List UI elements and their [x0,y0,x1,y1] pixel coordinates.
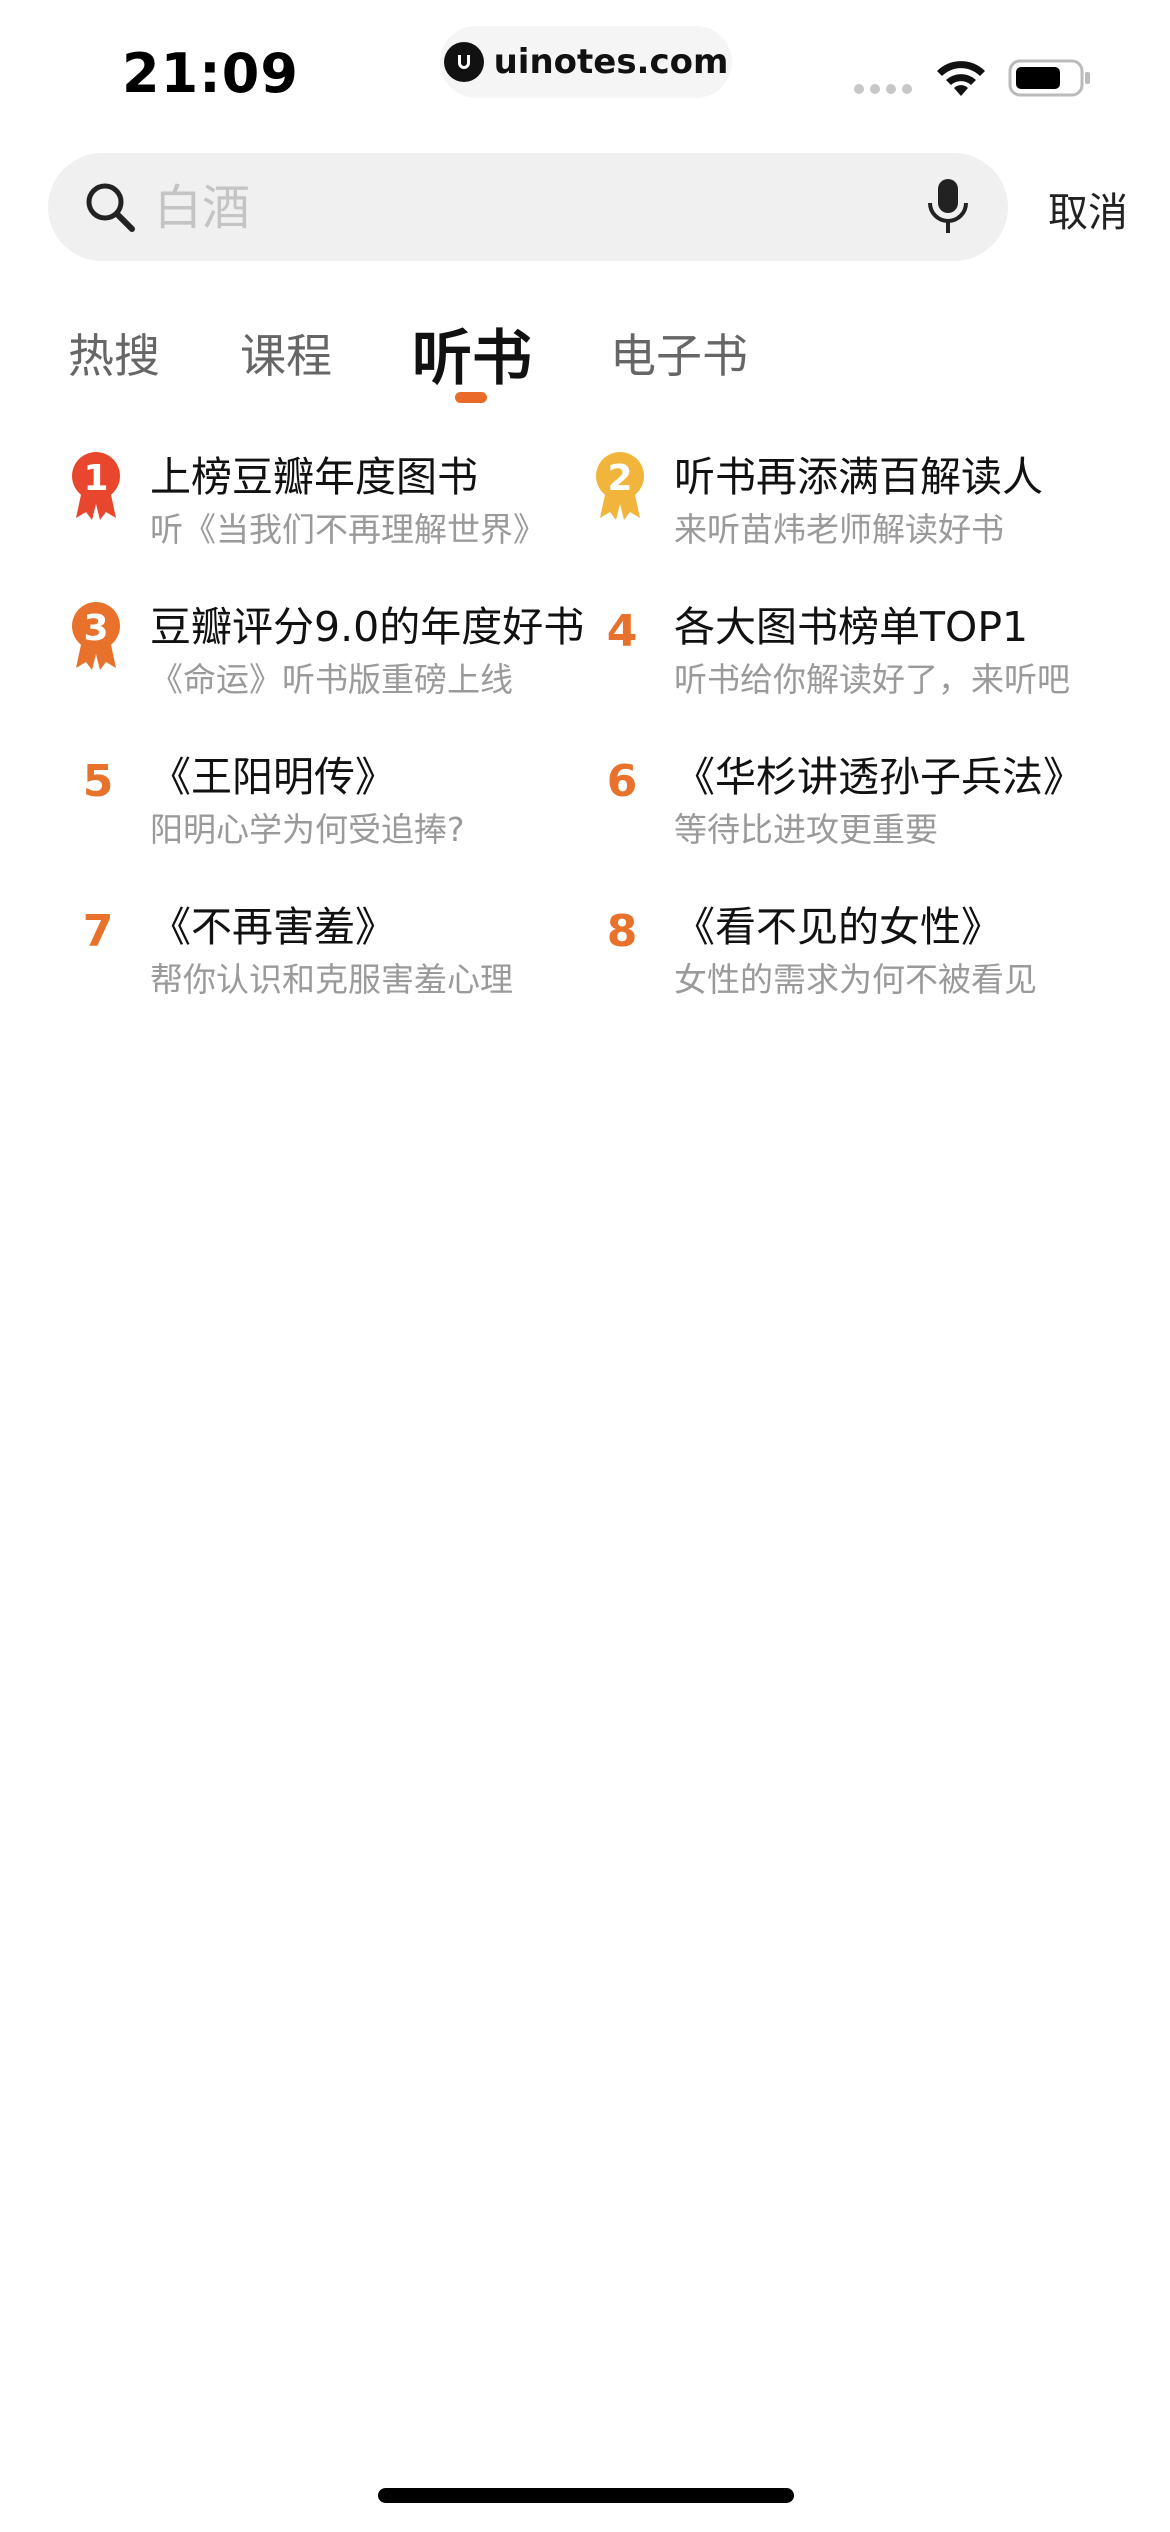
item-subtitle: 《命运》听书版重磅上线 [150,660,513,699]
list-item[interactable]: 2 听书再添满百解读人 来听苗炜老师解读好书 [592,450,1122,580]
active-tab-indicator [455,392,487,403]
rank-number: 3 [83,608,108,649]
cellular-signal-icon [854,84,912,94]
list-item[interactable]: 4 各大图书榜单TOP1 听书给你解读好了，来听吧 [592,600,1122,730]
tab-ebooks[interactable]: 电子书 [610,320,748,386]
tab-courses[interactable]: 课程 [240,320,332,386]
item-subtitle: 听书给你解读好了，来听吧 [674,660,1070,699]
rank-number: 7 [82,906,114,957]
item-title: 上榜豆瓣年度图书 [150,453,478,501]
item-title: 听书再添满百解读人 [674,453,1043,501]
list-item[interactable]: 3 豆瓣评分9.0的年度好书 《命运》听书版重磅上线 [68,600,598,730]
item-subtitle: 女性的需求为何不被看见 [674,960,1037,999]
status-time: 21:09 [122,42,299,105]
search-input[interactable] [152,173,916,243]
tab-audiobooks[interactable]: 听书 [412,310,532,397]
item-subtitle: 来听苗炜老师解读好书 [674,510,1004,549]
battery-icon [1008,59,1090,97]
url-text: uinotes.com [493,42,729,82]
list-item[interactable]: 5 《王阳明传》 阳明心学为何受追捧? [68,750,598,880]
microphone-icon[interactable] [924,177,972,237]
search-icon [86,183,135,232]
category-tabs: 热搜 课程 听书 电子书 [0,310,1170,420]
site-logo-icon [443,42,484,82]
rank-number: 8 [606,906,638,957]
home-indicator[interactable] [378,2488,794,2503]
silver-medal-icon: 2 [596,452,644,520]
item-title: 《看不见的女性》 [674,903,1002,951]
item-title: 《华杉讲透孙子兵法》 [674,753,1084,801]
gold-medal-icon: 1 [72,452,120,520]
list-item[interactable]: 6 《华杉讲透孙子兵法》 等待比进攻更重要 [592,750,1122,880]
item-title: 《不再害羞》 [150,903,396,951]
list-item[interactable]: 8 《看不见的女性》 女性的需求为何不被看见 [592,900,1122,1030]
item-title: 豆瓣评分9.0的年度好书 [150,603,585,651]
item-subtitle: 等待比进攻更重要 [674,810,938,849]
item-title: 各大图书榜单TOP1 [674,603,1029,651]
rank-number: 6 [606,756,638,807]
tab-hot-search[interactable]: 热搜 [68,320,160,386]
item-subtitle: 阳明心学为何受追捧? [150,810,465,849]
rank-number: 1 [83,458,108,499]
rank-number: 5 [82,756,114,807]
item-subtitle: 帮你认识和克服害羞心理 [150,960,513,999]
list-item[interactable]: 7 《不再害羞》 帮你认识和克服害羞心理 [68,900,598,1030]
url-pill[interactable]: uinotes.com [440,26,732,98]
status-bar: 21:09 uinotes.com [0,0,1170,150]
rank-number: 4 [606,606,638,657]
wifi-icon [937,61,985,96]
list-item[interactable]: 1 上榜豆瓣年度图书 听《当我们不再理解世界》 [68,450,598,580]
item-subtitle: 听《当我们不再理解世界》 [150,510,546,549]
rank-number: 2 [607,458,632,499]
item-title: 《王阳明传》 [150,753,396,801]
cancel-button[interactable]: 取消 [1048,180,1128,238]
bronze-medal-icon: 3 [72,602,120,670]
search-bar[interactable] [48,153,1008,261]
